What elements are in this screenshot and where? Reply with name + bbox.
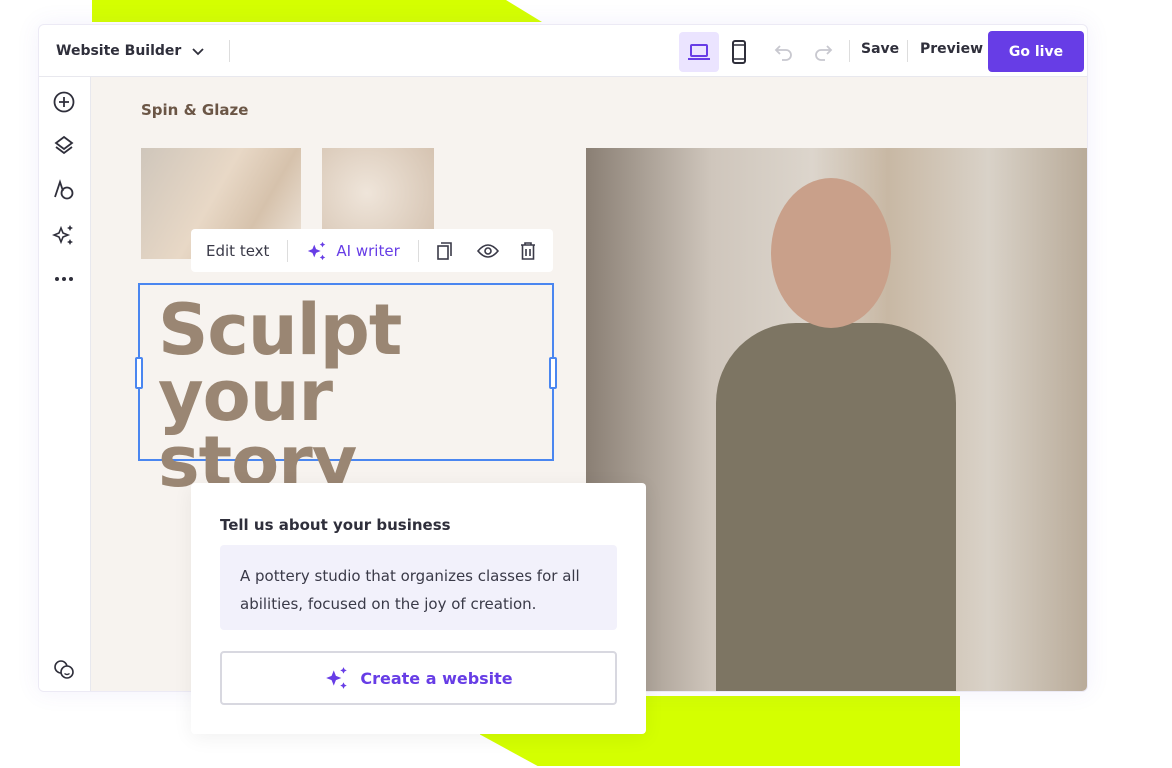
edit-text-button[interactable]: Edit text [206, 242, 269, 260]
preview-button[interactable]: Preview [920, 41, 983, 57]
redo-icon [815, 45, 833, 61]
divider [229, 39, 231, 62]
decorative-lime-shape [92, 0, 542, 22]
go-live-button[interactable]: Go live [988, 31, 1084, 72]
divider [907, 40, 908, 62]
divider [417, 239, 419, 262]
card-title: Tell us about your business [220, 516, 451, 534]
styles-icon[interactable] [52, 178, 76, 202]
apron-shape [716, 323, 956, 691]
undo-icon [774, 45, 792, 61]
business-description-input[interactable]: A pottery studio that organizes classes … [220, 545, 617, 630]
ai-sparkle-icon[interactable] [52, 223, 76, 247]
undo-button[interactable] [764, 32, 804, 72]
ai-writer-button[interactable]: AI writer [306, 240, 400, 262]
top-bar: Website Builder Save Preview Go live [39, 25, 1087, 77]
phone-icon [732, 40, 746, 64]
more-icon[interactable] [52, 267, 76, 291]
create-website-button[interactable]: Create a website [220, 651, 617, 705]
ai-sparkle-icon [326, 667, 348, 689]
help-icon[interactable] [52, 657, 76, 681]
heading-line: your story [158, 355, 357, 503]
resize-handle-left[interactable] [135, 357, 143, 389]
laptop-icon [688, 44, 710, 60]
layers-icon[interactable] [52, 134, 76, 158]
redo-button[interactable] [803, 32, 843, 72]
website-builder-menu[interactable]: Website Builder [56, 43, 205, 59]
mobile-view-button[interactable] [719, 32, 759, 72]
visibility-icon[interactable] [476, 241, 499, 261]
create-website-label: Create a website [360, 668, 513, 688]
add-element-icon[interactable] [52, 90, 76, 114]
save-button[interactable]: Save [861, 41, 899, 57]
desktop-view-button[interactable] [679, 32, 719, 72]
business-card: Tell us about your business A pottery st… [191, 483, 646, 734]
text-toolbar: Edit text AI writer [191, 229, 553, 272]
selected-heading-block[interactable]: Sculpt your story [135, 283, 557, 497]
site-name: Spin & Glaze [141, 101, 249, 119]
dried-flower-image[interactable] [322, 148, 434, 238]
hero-heading: Sculpt your story [158, 289, 552, 503]
divider [849, 40, 850, 62]
app-title: Website Builder [56, 42, 182, 59]
potter-photo[interactable] [586, 148, 1087, 691]
face-shape [771, 178, 891, 328]
duplicate-icon[interactable] [435, 241, 455, 261]
delete-icon[interactable] [519, 241, 537, 261]
divider [287, 239, 289, 262]
heading-line: Sculpt [158, 289, 402, 371]
chevron-down-icon [192, 47, 204, 55]
sidebar [39, 77, 91, 691]
ai-writer-label: AI writer [336, 241, 400, 260]
ai-sparkle-icon [308, 241, 326, 260]
